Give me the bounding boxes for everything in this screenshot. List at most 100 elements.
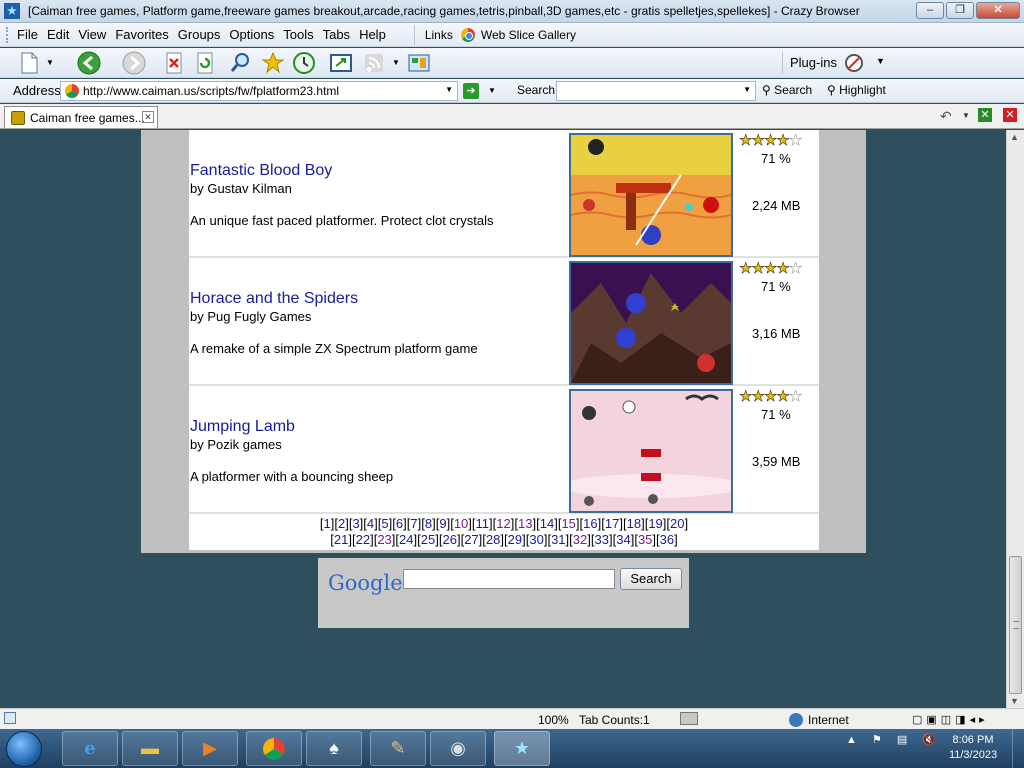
page-link[interactable]: 17 (605, 516, 619, 531)
internet-explorer-icon[interactable]: e (62, 731, 118, 766)
search-dropdown-icon[interactable]: ▼ (743, 85, 751, 94)
rss-dropdown-icon[interactable]: ▼ (392, 58, 400, 67)
page-link[interactable]: 34 (616, 532, 630, 547)
menu-favorites[interactable]: Favorites (115, 27, 168, 42)
page-link[interactable]: 8 (425, 516, 432, 531)
page-link[interactable]: 26 (442, 532, 456, 547)
toolbar-search-button[interactable]: ⚲ Search (762, 83, 812, 97)
plugin-icon[interactable] (844, 53, 864, 76)
chrome-taskbar-icon[interactable] (246, 731, 302, 766)
show-desktop-button[interactable] (1012, 729, 1024, 768)
menu-file[interactable]: File (17, 27, 38, 42)
page-link[interactable]: 4 (367, 516, 374, 531)
page-link[interactable]: 24 (399, 532, 413, 547)
scroll-down-icon[interactable]: ▼ (1010, 696, 1019, 706)
scroll-up-icon[interactable]: ▲ (1010, 132, 1019, 142)
address-input[interactable]: http://www.caiman.us/scripts/fw/fplatfor… (60, 81, 458, 101)
toolbar-search-input[interactable]: ▼ (556, 81, 756, 101)
games-icon[interactable]: ♠ (306, 731, 362, 766)
page-link[interactable]: 35 (638, 532, 652, 547)
links-label[interactable]: Links (425, 28, 453, 42)
page-link[interactable]: 27 (464, 532, 478, 547)
google-search-input[interactable] (403, 569, 615, 589)
zoom-level[interactable]: 100% (538, 713, 569, 727)
undo-close-icon[interactable]: ↶ (940, 108, 952, 125)
refresh-icon[interactable] (192, 50, 218, 76)
address-dropdown-icon[interactable]: ▼ (445, 85, 453, 94)
plugins-label[interactable]: Plug-ins (790, 55, 837, 70)
maximize-button[interactable]: ❐ (946, 2, 974, 19)
tab-close-icon[interactable]: ✕ (142, 111, 154, 123)
search-icon[interactable] (228, 50, 254, 76)
page-link[interactable]: 9 (439, 516, 446, 531)
page-link[interactable]: 32 (573, 532, 587, 547)
page-link[interactable]: 10 (454, 516, 468, 531)
page-link[interactable]: 14 (540, 516, 554, 531)
web-slice-gallery-link[interactable]: Web Slice Gallery (481, 28, 576, 42)
plugins-dropdown-icon[interactable]: ▼ (876, 56, 885, 66)
menu-groups[interactable]: Groups (178, 27, 221, 42)
go-dropdown-icon[interactable]: ▼ (488, 86, 496, 95)
menu-tabs[interactable]: Tabs (323, 27, 350, 42)
google-search-button[interactable]: Search (620, 568, 682, 590)
undo-dropdown-icon[interactable]: ▼ (962, 111, 970, 120)
web-slice-icon[interactable] (406, 50, 432, 76)
start-button[interactable] (6, 731, 42, 767)
clock[interactable]: 8:06 PM 11/3/2023 (940, 733, 1006, 763)
close-other-tabs-icon[interactable]: ✕ (978, 108, 992, 122)
address-url[interactable]: http://www.caiman.us/scripts/fw/fplatfor… (83, 84, 339, 98)
page-link[interactable]: 11 (476, 516, 490, 531)
history-icon[interactable] (291, 50, 317, 76)
page-link[interactable]: 29 (508, 532, 522, 547)
menu-tools[interactable]: Tools (283, 27, 313, 42)
game-title-link[interactable]: Horace and the Spiders (190, 290, 358, 308)
page-link[interactable]: 5 (381, 516, 388, 531)
page-link[interactable]: 20 (670, 516, 684, 531)
scrollbar-thumb[interactable] (1009, 556, 1022, 694)
page-link[interactable]: 30 (529, 532, 543, 547)
toolbar-grip[interactable] (6, 26, 9, 43)
menu-options[interactable]: Options (229, 27, 274, 42)
page-link[interactable]: 6 (396, 516, 403, 531)
page-link[interactable]: 25 (421, 532, 435, 547)
new-page-icon[interactable] (16, 50, 42, 76)
menu-help[interactable]: Help (359, 27, 386, 42)
page-link[interactable]: 1 (323, 516, 330, 531)
page-link[interactable]: 21 (334, 532, 348, 547)
page-link[interactable]: 31 (551, 532, 565, 547)
fullscreen-icon[interactable] (328, 50, 354, 76)
page-link[interactable]: 22 (356, 532, 370, 547)
page-link[interactable]: 3 (352, 516, 359, 531)
game-title-link[interactable]: Fantastic Blood Boy (190, 162, 332, 180)
file-explorer-icon[interactable]: ▬ (122, 731, 178, 766)
game-title-link[interactable]: Jumping Lamb (190, 418, 295, 436)
page-link[interactable]: 36 (660, 532, 674, 547)
close-tab-icon[interactable]: ✕ (1003, 108, 1017, 122)
popup-blocker-icon[interactable] (680, 712, 698, 725)
page-link[interactable]: 16 (583, 516, 597, 531)
page-link[interactable]: 18 (627, 516, 641, 531)
vertical-scrollbar[interactable]: ▲ ▼ (1006, 130, 1024, 708)
menu-edit[interactable]: Edit (47, 27, 69, 42)
highlight-button[interactable]: ⚲ Highlight (827, 83, 886, 97)
page-link[interactable]: 12 (496, 516, 510, 531)
rss-feed-icon[interactable] (361, 50, 387, 76)
page-link[interactable]: 13 (518, 516, 532, 531)
tab-caiman[interactable]: Caiman free games... ✕ (4, 106, 158, 128)
page-link[interactable]: 7 (410, 516, 417, 531)
go-arrow-icon[interactable]: ➔ (463, 83, 479, 99)
forward-icon[interactable] (121, 50, 147, 76)
page-link[interactable]: 2 (338, 516, 345, 531)
close-button[interactable]: ✕ (976, 2, 1020, 19)
page-link[interactable]: 23 (377, 532, 391, 547)
media-player-icon[interactable]: ▶ (182, 731, 238, 766)
page-link[interactable]: 33 (595, 532, 609, 547)
back-icon[interactable] (76, 50, 102, 76)
layout-icons[interactable]: ▢▣◫◨◂▸ (912, 713, 989, 726)
new-page-dropdown-icon[interactable]: ▼ (46, 58, 54, 67)
favorites-star-icon[interactable] (260, 50, 286, 76)
paint-icon[interactable]: ✎ (370, 731, 426, 766)
page-link[interactable]: 28 (486, 532, 500, 547)
game-screenshot[interactable] (569, 389, 733, 513)
crazy-browser-task-icon[interactable]: ★ (494, 731, 550, 766)
